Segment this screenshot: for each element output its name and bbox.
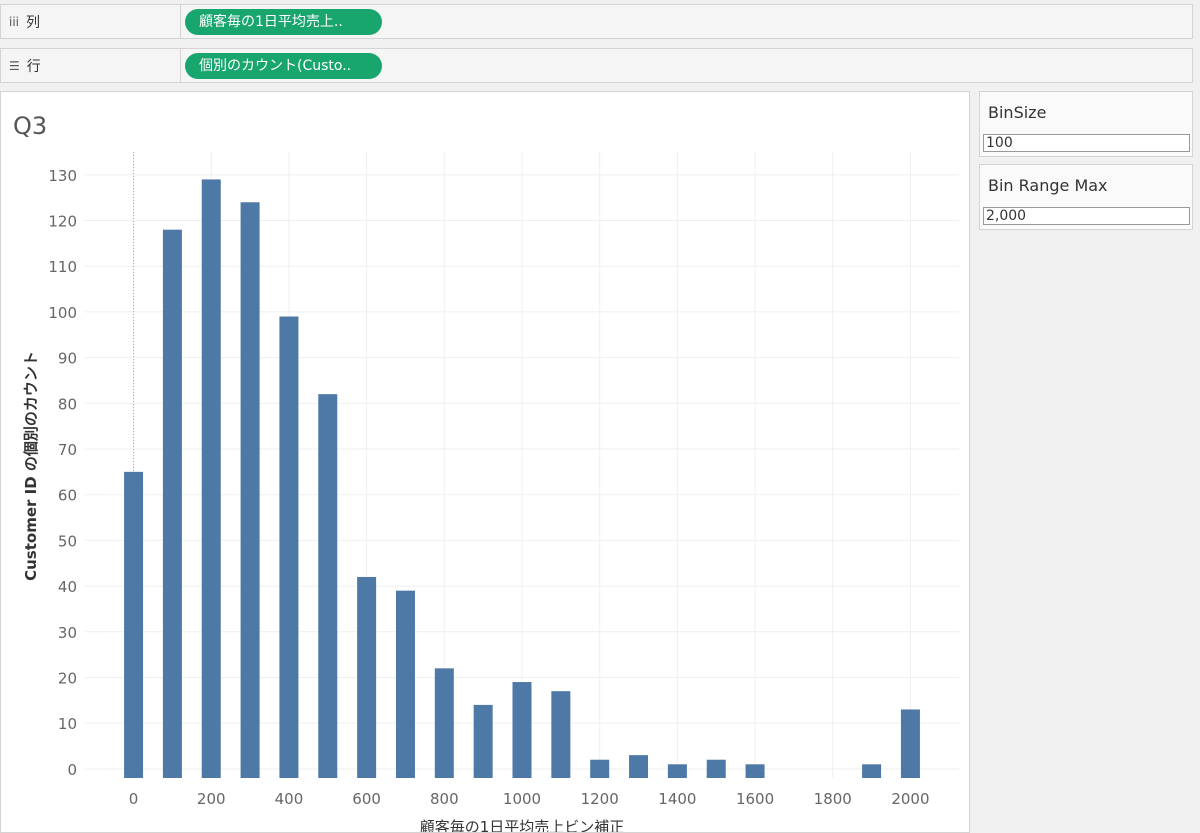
histogram-bar bbox=[201, 179, 221, 778]
x-tick-label: 2000 bbox=[891, 790, 929, 808]
histogram-bar bbox=[395, 590, 415, 778]
rows-shelf: ☰ 行 個別のカウント(Custo.. bbox=[0, 48, 1193, 83]
bin-range-max-parameter-card: Bin Range Max 2,000 bbox=[979, 164, 1193, 230]
x-tick-label: 400 bbox=[275, 790, 304, 808]
y-axis-title: Customer ID の個別のカウント bbox=[22, 351, 40, 581]
y-tick-label: 40 bbox=[58, 578, 77, 596]
y-tick-label: 10 bbox=[58, 715, 77, 733]
histogram-bar bbox=[512, 682, 532, 778]
parameter-panel: BinSize 100 Bin Range Max 2,000 bbox=[970, 91, 1200, 833]
histogram-bar bbox=[357, 576, 377, 778]
y-tick-label: 130 bbox=[48, 167, 77, 185]
x-tick-label: 1600 bbox=[736, 790, 774, 808]
histogram-bar bbox=[629, 755, 649, 778]
histogram-bar bbox=[551, 691, 571, 778]
y-tick-label: 100 bbox=[48, 304, 77, 322]
rows-shelf-label: ☰ 行 bbox=[1, 49, 181, 82]
x-tick-label: 0 bbox=[129, 790, 139, 808]
binsize-parameter-card: BinSize 100 bbox=[979, 91, 1193, 157]
columns-shelf-icon: iii bbox=[9, 14, 20, 29]
columns-shelf-label: iii 列 bbox=[1, 5, 181, 38]
histogram-bar bbox=[590, 759, 610, 778]
x-tick-label: 1200 bbox=[581, 790, 619, 808]
rows-shelf-icon: ☰ bbox=[9, 58, 20, 73]
binsize-parameter-title: BinSize bbox=[988, 103, 1047, 122]
y-tick-label: 70 bbox=[58, 441, 77, 459]
worksheet-view: Q3 0 10 20 30 40 50 60 70 80 90 100 110 120 130 0 200 40… bbox=[0, 91, 970, 833]
y-tick-label: 20 bbox=[58, 669, 77, 687]
rows-shelf-text: 行 bbox=[26, 58, 41, 75]
binsize-input[interactable]: 100 bbox=[983, 134, 1190, 152]
bin-range-max-parameter-title: Bin Range Max bbox=[988, 176, 1108, 195]
y-tick-label: 60 bbox=[58, 487, 77, 505]
y-tick-label: 110 bbox=[48, 258, 77, 276]
rows-field-pill[interactable]: 個別のカウント(Custo.. bbox=[185, 53, 382, 79]
y-tick-label: 120 bbox=[48, 213, 77, 231]
histogram-bar bbox=[667, 764, 687, 778]
histogram-bar bbox=[862, 764, 882, 778]
y-tick-label: 30 bbox=[58, 624, 77, 642]
histogram-bar bbox=[900, 709, 920, 778]
x-tick-label: 1000 bbox=[503, 790, 541, 808]
histogram-bar bbox=[318, 394, 338, 778]
columns-shelf: iii 列 顧客毎の1日平均売上.. bbox=[0, 4, 1193, 39]
histogram-bar bbox=[279, 316, 299, 778]
histogram-bar bbox=[473, 704, 493, 778]
x-axis-title: 顧客毎の1日平均売上ビン補正 bbox=[420, 818, 625, 832]
x-tick-label: 1400 bbox=[658, 790, 696, 808]
histogram-chart: 0 10 20 30 40 50 60 70 80 90 100 110 120 130 0 200 400 60… bbox=[22, 152, 959, 832]
histogram-bar bbox=[240, 202, 260, 779]
histogram-bar bbox=[745, 764, 765, 778]
histogram-bar bbox=[706, 759, 726, 778]
y-tick-label: 50 bbox=[58, 532, 77, 550]
x-tick-label: 200 bbox=[197, 790, 226, 808]
x-tick-label: 800 bbox=[430, 790, 459, 808]
columns-shelf-text: 列 bbox=[26, 14, 41, 31]
y-tick-label: 0 bbox=[67, 761, 77, 779]
y-tick-label: 90 bbox=[58, 350, 77, 368]
x-tick-label: 1800 bbox=[814, 790, 852, 808]
histogram-bar bbox=[162, 229, 182, 778]
histogram-bar bbox=[434, 668, 454, 778]
x-tick-label: 600 bbox=[352, 790, 381, 808]
y-tick-label: 80 bbox=[58, 395, 77, 413]
bin-range-max-input[interactable]: 2,000 bbox=[983, 207, 1190, 225]
histogram-bar bbox=[124, 471, 144, 778]
columns-field-pill[interactable]: 顧客毎の1日平均売上.. bbox=[185, 9, 382, 35]
